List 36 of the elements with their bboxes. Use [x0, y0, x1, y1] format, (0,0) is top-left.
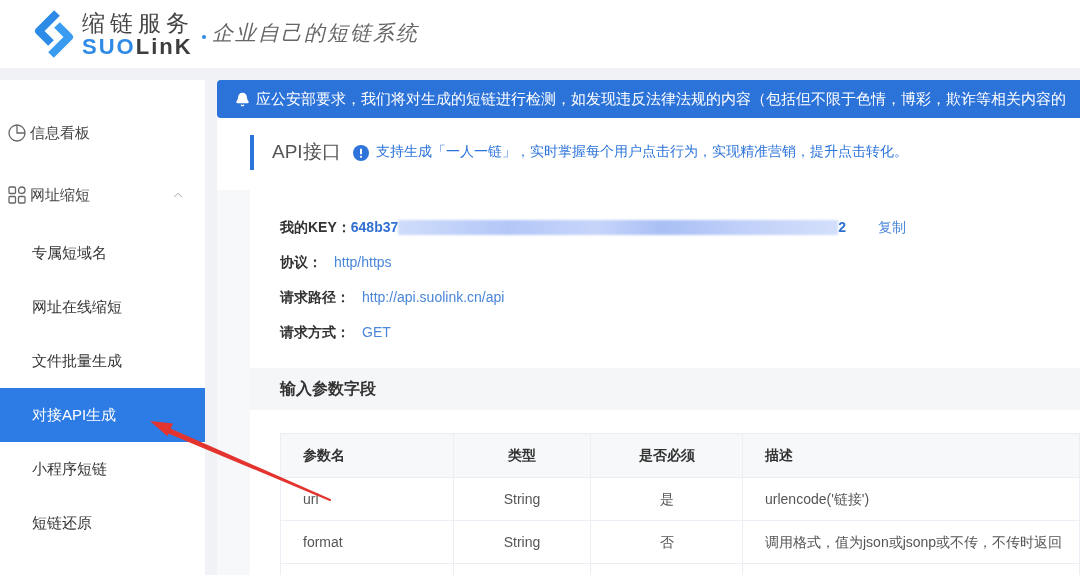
table-cell: 否 [591, 521, 743, 564]
info-icon [352, 144, 369, 161]
sidebar-group[interactable]: 网址缩短 [0, 164, 205, 226]
brand-wordmark: SUOLinK [82, 36, 194, 58]
table-cell: String [454, 478, 591, 521]
field-label: 请求方式： [280, 323, 350, 342]
section-title: API接口 [272, 140, 341, 165]
key-value: 2 [838, 218, 847, 237]
tagline: 企业自己的短链系统 [212, 20, 419, 48]
column-header: 是否必须 [591, 434, 743, 478]
sidebar-item[interactable]: 对接API生成 [0, 388, 205, 442]
table-cell: String [454, 521, 591, 564]
field-value: http://api.suolink.cn/api [362, 288, 505, 307]
column-header: 描述 [743, 434, 1080, 478]
field-label: 我的KEY： [280, 218, 351, 237]
hint-text: 支持生成「一人一链」，实时掌握每个用户点击行为，实现精准营销，提升点击转化。 [375, 143, 908, 162]
column-header: 参数名 [281, 434, 454, 478]
table-cell: 调用格式，值为json或jsonp或不传，不传时返回 [743, 521, 1080, 564]
section-heading: 输入参数字段 [280, 379, 376, 399]
column-header: 类型 [454, 434, 591, 478]
field-value: http/https [334, 253, 392, 272]
field-value: GET [362, 323, 391, 342]
field-label: 请求路径： [280, 288, 350, 307]
logo-icon [32, 9, 76, 59]
table-cell: format [281, 521, 454, 564]
table-cell: urlencode('链接') [743, 478, 1080, 521]
notice-text: 应公安部要求，我们将对生成的短链进行检测，如发现违反法律法规的内容（包括但不限于色情，博彩，欺诈等相关内容的 [256, 88, 1066, 109]
field-label: 协议： [280, 253, 322, 272]
brand-title: 缩链服务 [82, 10, 194, 36]
bell-icon [235, 91, 250, 107]
sidebar-item[interactable]: 信息看板 [0, 102, 205, 164]
copy-link[interactable]: 复制 [878, 217, 907, 238]
grid-icon [8, 186, 26, 204]
pie-chart-icon [8, 124, 26, 142]
key-value: 648b37 [350, 218, 399, 237]
table-cell: 是 [591, 478, 743, 521]
